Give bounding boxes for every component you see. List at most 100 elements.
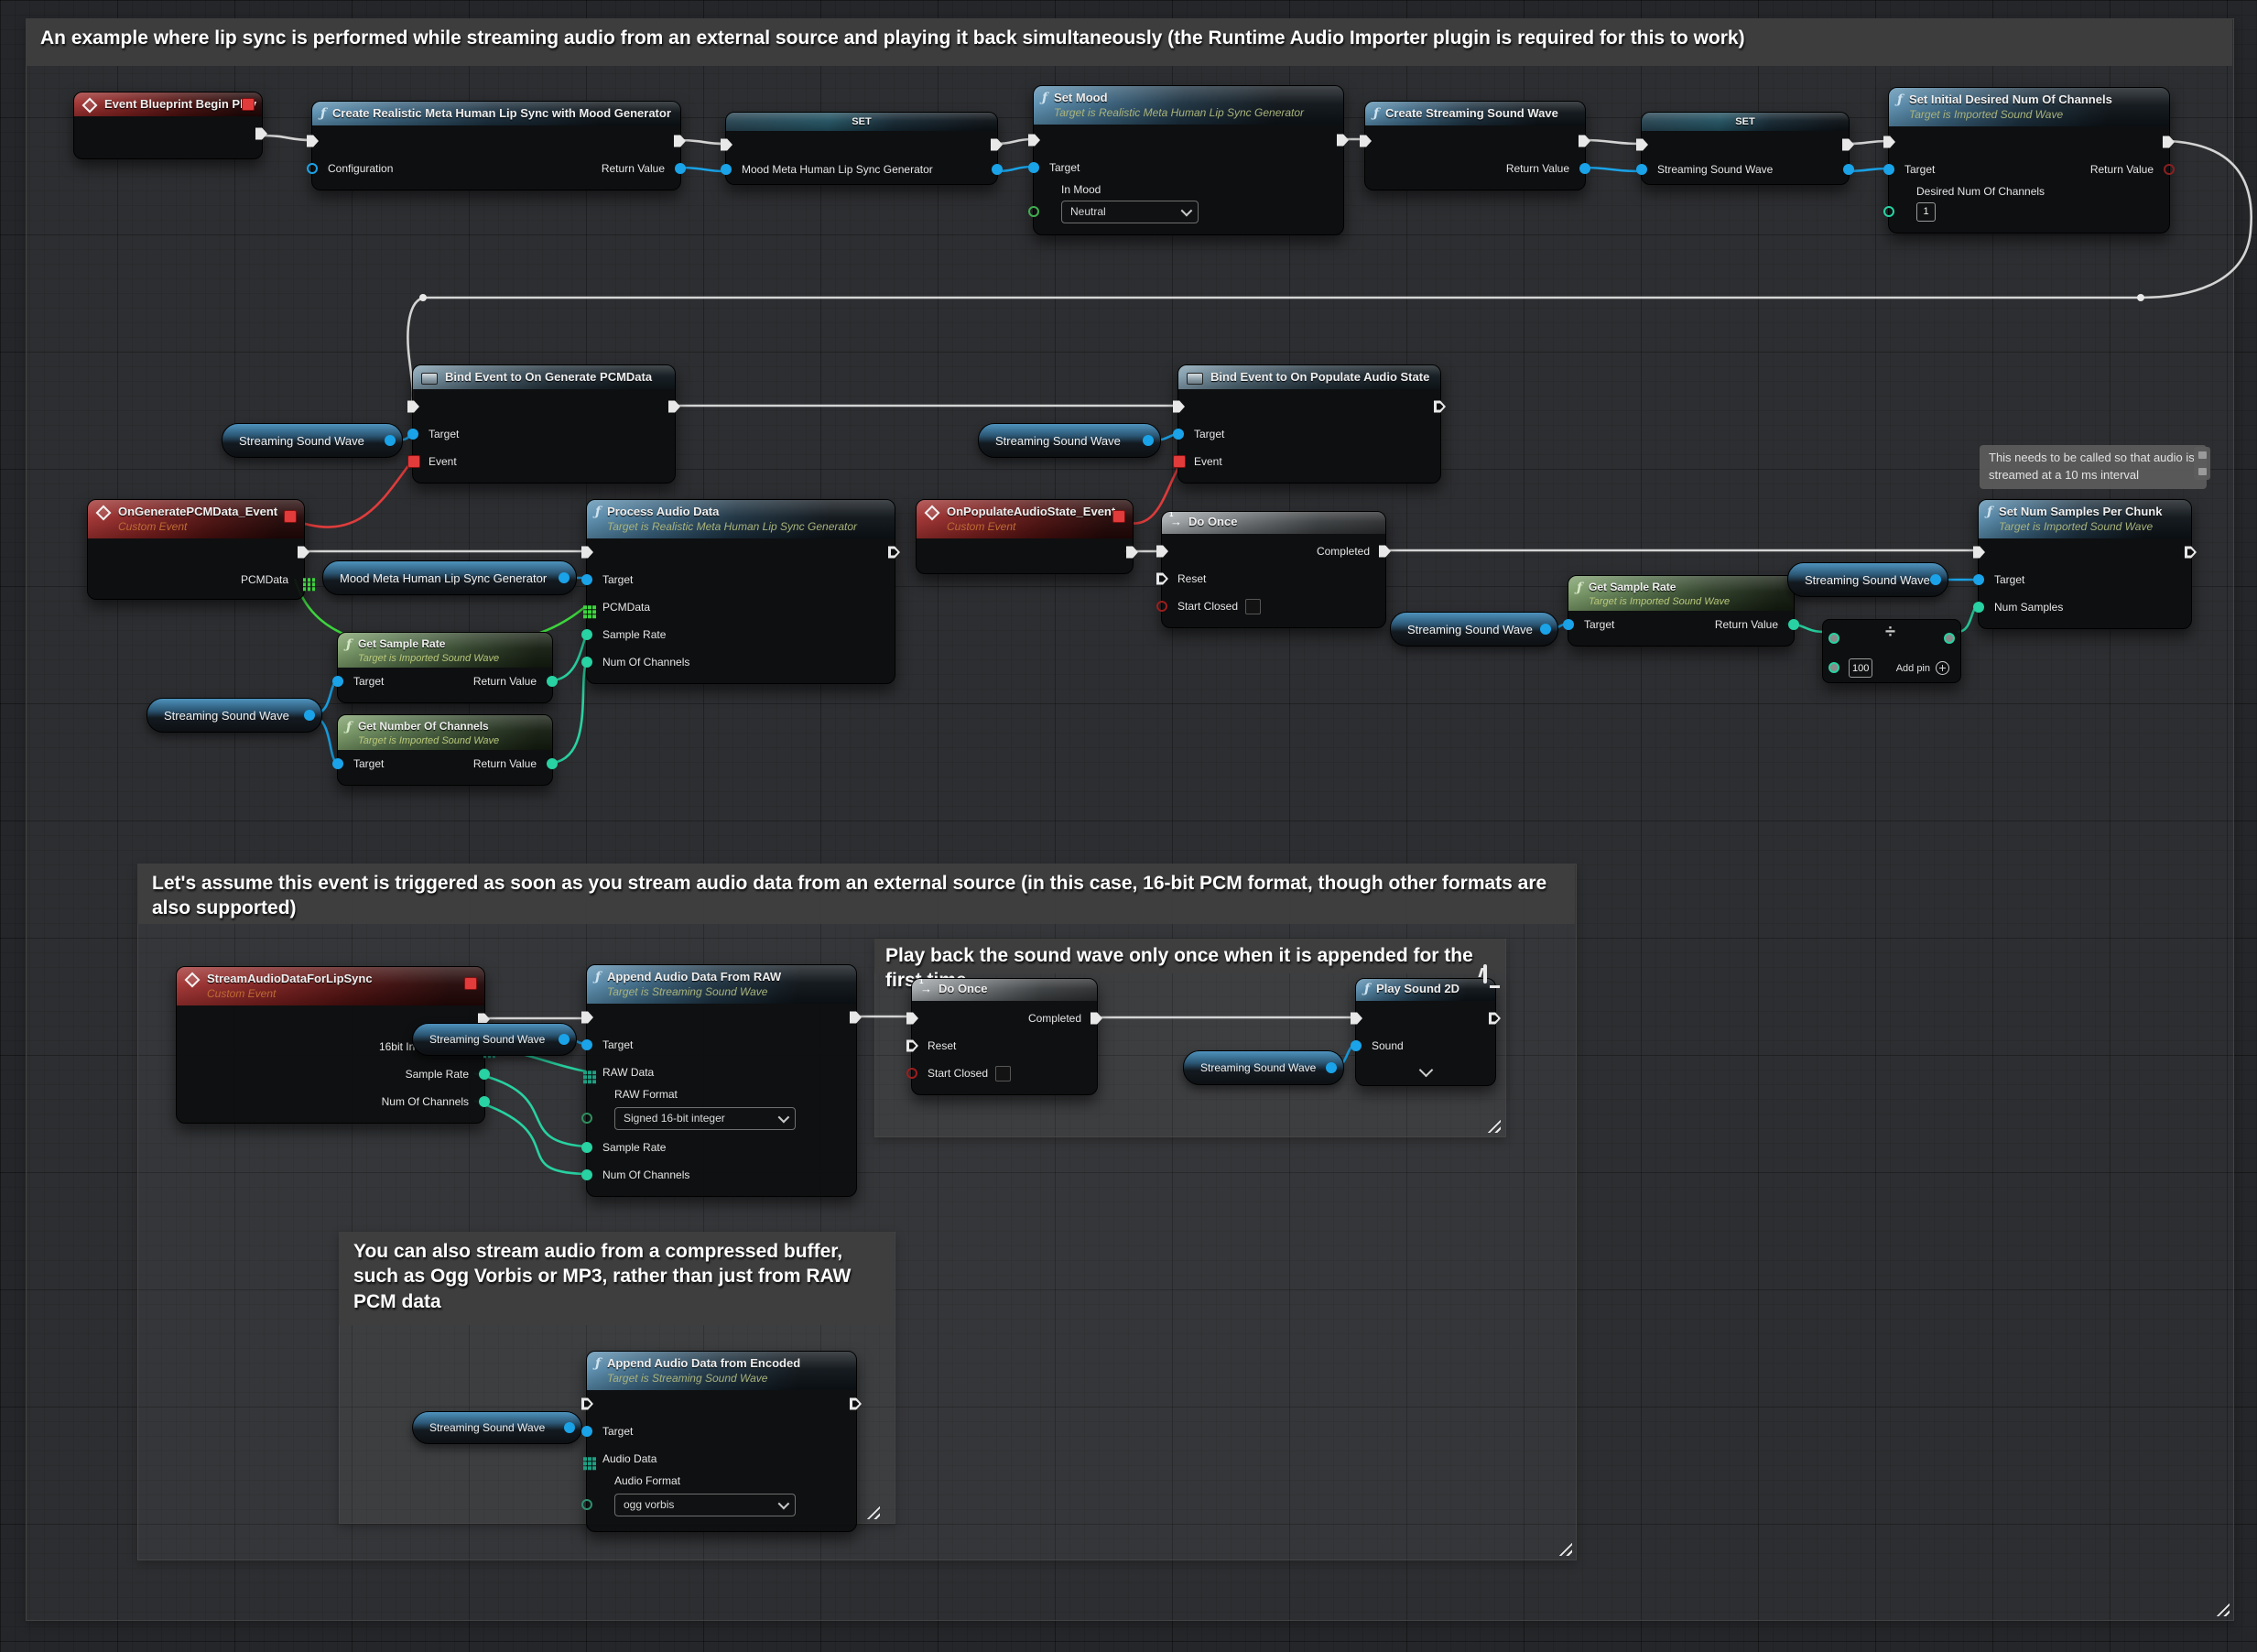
divide-out-pin[interactable] — [1944, 633, 1955, 644]
pcmdata-pin[interactable] — [583, 605, 587, 609]
exec-out-pin[interactable] — [1842, 139, 1854, 151]
pill-out-pin[interactable] — [1143, 435, 1154, 446]
delegate-pin[interactable] — [284, 510, 297, 523]
var-pill-streaming-sound-wave[interactable]: Streaming Sound Wave — [1183, 1050, 1344, 1085]
in-mood-pin[interactable] — [1028, 206, 1039, 217]
delegate-pin[interactable] — [1112, 510, 1125, 523]
reset-pin[interactable] — [1156, 573, 1168, 585]
configuration-pin[interactable] — [307, 163, 318, 174]
node-get-number-of-channels[interactable]: ƒ Get Number Of Channels Target is Impor… — [337, 714, 553, 786]
exec-in-pin[interactable] — [906, 1013, 918, 1025]
desired-num-value[interactable]: 1 — [1916, 202, 1936, 222]
delegate-pin[interactable] — [464, 977, 477, 990]
sample-rate-pin[interactable] — [581, 1142, 592, 1153]
exec-in-pin[interactable] — [721, 139, 732, 151]
exec-out-pin[interactable] — [1579, 136, 1590, 147]
exec-in-pin[interactable] — [581, 1398, 593, 1410]
node-divide[interactable]: ÷ 100 Add pin — [1822, 619, 1961, 683]
node-set-mood-generator-var[interactable]: SET Mood Meta Human Lip Sync Generator — [725, 112, 998, 185]
node-bind-on-populate-audio-state[interactable]: Bind Event to On Populate Audio State Ta… — [1177, 364, 1441, 484]
exec-in-pin[interactable] — [1028, 135, 1040, 147]
raw-data-pin[interactable] — [583, 1071, 587, 1074]
var-pill-streaming-sound-wave[interactable]: Streaming Sound Wave — [222, 423, 403, 458]
exec-in-pin[interactable] — [1173, 401, 1185, 413]
var-pill-streaming-sound-wave[interactable]: Streaming Sound Wave — [1390, 612, 1558, 647]
ssw-out-pin[interactable] — [1843, 164, 1854, 175]
bubble-pin-icons[interactable] — [2194, 447, 2210, 480]
exec-out-pin[interactable] — [1337, 135, 1349, 147]
ssw-in-pin[interactable] — [1636, 164, 1647, 175]
exec-out-pin[interactable] — [2185, 547, 2197, 559]
sample-rate-out-pin[interactable] — [479, 1069, 490, 1080]
node-ongenerate-pcmdata-event[interactable]: OnGeneratePCMData_Event Custom Event PCM… — [87, 499, 305, 600]
exec-in-pin[interactable] — [1883, 136, 1895, 148]
exec-in-pin[interactable] — [1636, 139, 1648, 151]
node-do-once-2[interactable]: →1 Do Once Completed Reset Start Closed — [911, 978, 1098, 1095]
node-create-streaming-sound-wave[interactable]: ƒ Create Streaming Sound Wave Return Val… — [1364, 101, 1586, 190]
mood-generator-in-pin[interactable] — [721, 164, 732, 175]
pill-out-pin[interactable] — [564, 1422, 575, 1433]
exec-in-pin[interactable] — [1973, 547, 1985, 559]
node-do-once-1[interactable]: →1 Do Once Completed Reset Start Closed — [1161, 511, 1386, 628]
delegate-pin[interactable] — [242, 98, 255, 111]
node-onpopulate-audiostate-event[interactable]: OnPopulateAudioState_Event Custom Event — [916, 499, 1134, 574]
start-closed-checkbox[interactable] — [995, 1066, 1011, 1081]
exec-out-pin[interactable] — [850, 1012, 862, 1024]
exec-in-pin[interactable] — [1351, 1013, 1362, 1025]
var-pill-streaming-sound-wave[interactable]: Streaming Sound Wave — [412, 1023, 577, 1056]
num-samples-pin[interactable] — [1973, 602, 1984, 613]
exec-out-pin[interactable] — [850, 1398, 862, 1410]
pill-out-pin[interactable] — [385, 435, 396, 446]
node-play-sound-2d[interactable]: ƒ Play Sound 2D Sound — [1355, 978, 1496, 1086]
return-value-pin[interactable] — [1788, 619, 1799, 630]
return-value-pin[interactable] — [547, 758, 558, 769]
exec-out-pin[interactable] — [2163, 136, 2175, 148]
event-pin[interactable] — [407, 455, 420, 468]
node-get-sample-rate-2[interactable]: ƒ Get Sample Rate Target is Imported Sou… — [1568, 575, 1795, 647]
node-set-num-samples-per-chunk[interactable]: ƒ Set Num Samples Per Chunk Target is Im… — [1978, 499, 2192, 629]
pill-out-pin[interactable] — [1326, 1062, 1337, 1073]
target-pin[interactable] — [1973, 574, 1984, 585]
pill-out-pin[interactable] — [1540, 624, 1551, 635]
node-process-audio-data[interactable]: ƒ Process Audio Data Target is Realistic… — [586, 499, 895, 684]
raw-format-pin[interactable] — [581, 1113, 592, 1124]
mood-generator-out-pin[interactable] — [992, 164, 1003, 175]
exec-out-pin[interactable] — [298, 547, 309, 559]
comment-compressed-header[interactable]: You can also stream audio from a compres… — [339, 1232, 894, 1325]
pill-out-pin[interactable] — [304, 710, 315, 721]
var-pill-mood-generator[interactable]: Mood Meta Human Lip Sync Generator — [322, 560, 577, 595]
blueprint-canvas[interactable]: An example where lip sync is performed w… — [0, 0, 2257, 1652]
mood-dropdown[interactable]: Neutral — [1061, 201, 1199, 223]
start-closed-pin[interactable] — [1156, 601, 1167, 612]
start-closed-pin[interactable] — [906, 1068, 917, 1079]
sample-rate-pin[interactable] — [581, 629, 592, 640]
audio-data-pin[interactable] — [583, 1457, 587, 1461]
node-set-mood[interactable]: ƒ Set Mood Target is Realistic Meta Huma… — [1033, 85, 1344, 235]
exec-out-pin[interactable] — [1489, 1013, 1501, 1025]
var-pill-streaming-sound-wave[interactable]: Streaming Sound Wave — [978, 423, 1161, 458]
exec-out-pin[interactable] — [255, 128, 267, 140]
return-value-pin[interactable] — [2164, 164, 2175, 175]
pill-out-pin[interactable] — [559, 1034, 570, 1045]
var-pill-streaming-sound-wave[interactable]: Streaming Sound Wave — [412, 1411, 582, 1444]
target-pin[interactable] — [1173, 429, 1184, 440]
target-pin[interactable] — [407, 429, 418, 440]
num-channels-pin[interactable] — [581, 1169, 592, 1180]
pcmdata-pin[interactable] — [303, 578, 307, 581]
desired-num-pin[interactable] — [1883, 206, 1894, 217]
node-create-lipsync[interactable]: ƒ Create Realistic Meta Human Lip Sync w… — [311, 101, 681, 190]
node-append-audio-data-from-encoded[interactable]: ƒ Append Audio Data from Encoded Target … — [586, 1351, 857, 1532]
comment-assume-header[interactable]: Let's assume this event is triggered as … — [137, 864, 1575, 924]
return-value-pin[interactable] — [547, 676, 558, 687]
audio-format-pin[interactable] — [581, 1499, 592, 1510]
pill-out-pin[interactable] — [559, 572, 570, 583]
exec-in-pin[interactable] — [581, 1012, 593, 1024]
target-pin[interactable] — [332, 676, 343, 687]
divide-value[interactable]: 100 — [1849, 658, 1872, 678]
start-closed-checkbox[interactable] — [1245, 599, 1261, 614]
num-channels-out-pin[interactable] — [479, 1096, 490, 1107]
target-pin[interactable] — [581, 574, 592, 585]
node-set-streaming-sound-wave-var[interactable]: SET Streaming Sound Wave — [1641, 112, 1850, 185]
node-bind-on-generate-pcmdata[interactable]: Bind Event to On Generate PCMData Target… — [412, 364, 676, 484]
exec-out-pin[interactable] — [668, 401, 680, 413]
